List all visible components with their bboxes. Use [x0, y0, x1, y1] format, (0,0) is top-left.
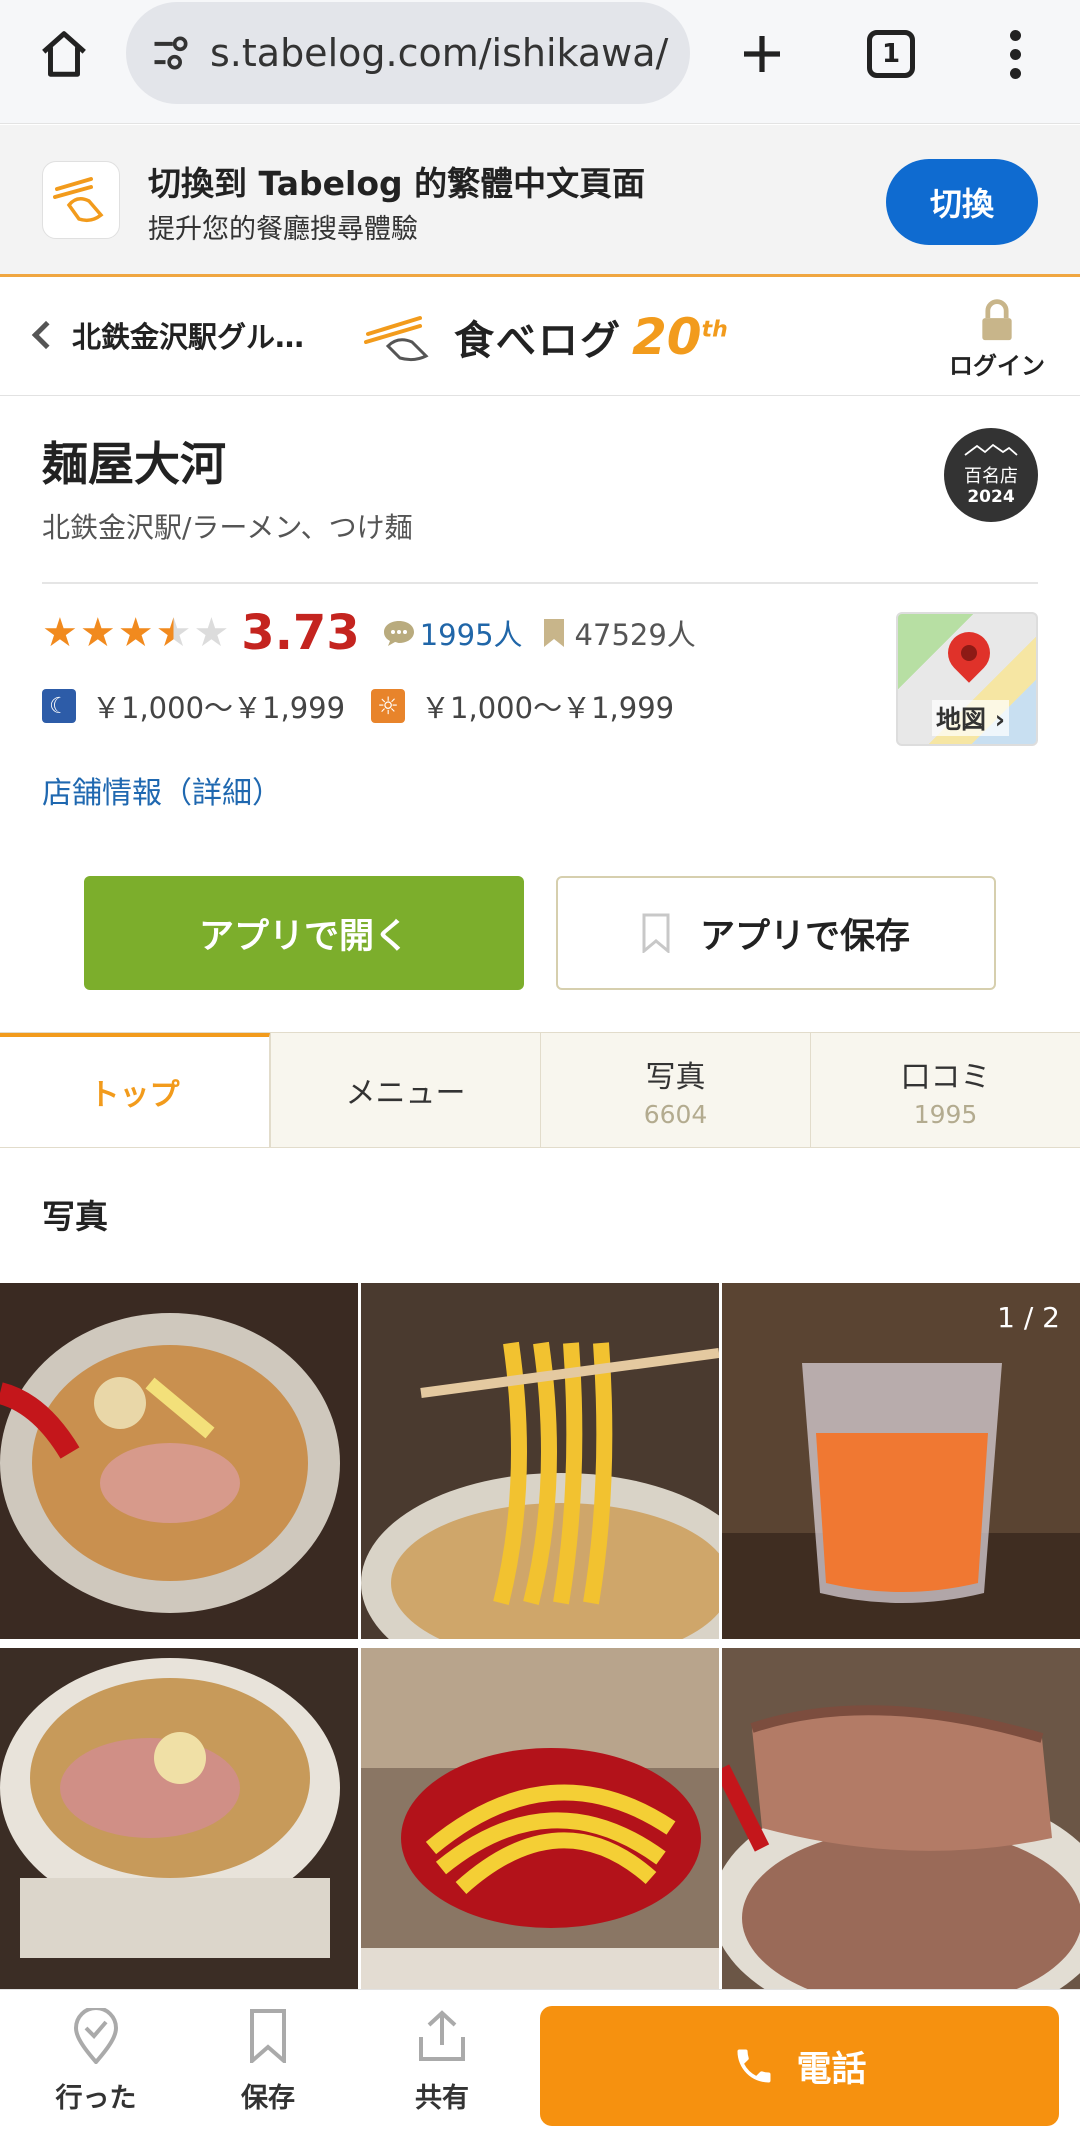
- share-button[interactable]: 共有: [382, 2004, 502, 2115]
- anniversary-mark: 20th: [632, 312, 728, 362]
- star-icon: ★: [42, 610, 78, 656]
- lock-icon: [975, 298, 1019, 342]
- bottom-action-bar: 行った 保存 共有 電話: [0, 1989, 1080, 2141]
- sun-icon: ☼: [371, 689, 406, 723]
- login-label: ログイン: [949, 352, 1045, 380]
- open-in-app-button[interactable]: アプリで開く: [84, 876, 524, 990]
- speech-bubble-icon: [383, 621, 414, 646]
- translate-subtitle: 提升您的餐廳搜尋體驗: [148, 214, 418, 245]
- photo-counter: 1 / 2: [997, 1301, 1060, 1334]
- tab-label: 写真: [645, 1059, 706, 1095]
- phone-icon: [737, 2049, 771, 2083]
- lunch-price: ￥1,000〜￥1,999: [421, 691, 675, 725]
- photo-grid: 1 / 2: [0, 1283, 1080, 1999]
- star-icon: ★: [117, 610, 154, 656]
- restaurant-genre: 北鉄金沢駅/ラーメン、つけ麺: [42, 511, 413, 544]
- rating-stars: ★ ★ ★ ★ ★: [42, 613, 229, 653]
- map-thumbnail[interactable]: 地図 ›: [896, 612, 1038, 746]
- tab-label: トップ: [89, 1078, 180, 1113]
- tab-top[interactable]: トップ: [0, 1033, 270, 1147]
- switch-language-button[interactable]: 切換: [886, 159, 1038, 245]
- new-tab-icon[interactable]: [730, 22, 794, 86]
- overflow-menu-icon[interactable]: [990, 22, 1040, 86]
- went-button[interactable]: 行った: [36, 2004, 156, 2115]
- divider: [42, 582, 1038, 584]
- tab-label: メニュー: [345, 1076, 466, 1111]
- map-pin-icon: [939, 623, 999, 683]
- restaurant-name: 麺屋大河: [42, 437, 226, 491]
- call-label: 電話: [796, 2049, 867, 2090]
- share-icon: [382, 2004, 502, 2068]
- map-label: 地図 ›: [932, 700, 1010, 736]
- star-icon: ★: [79, 610, 116, 656]
- login-button[interactable]: ログイン: [942, 298, 1052, 381]
- photo-chashu-closeup[interactable]: [722, 1643, 1080, 1999]
- chopsticks-hand-icon: [364, 316, 429, 362]
- rating-score: 3.73: [241, 605, 360, 661]
- rating-row: ★ ★ ★ ★ ★ 3.73 1995人 47529人: [42, 600, 696, 666]
- address-bar[interactable]: s.tabelog.com/ishikawa/: [126, 2, 690, 104]
- photo-ramen-chashu[interactable]: [0, 1643, 358, 1999]
- logo-text: 食べログ: [454, 318, 622, 364]
- photo-noodles-lift[interactable]: [361, 1283, 719, 1639]
- anniversary-number: 20: [632, 308, 702, 366]
- tab-switcher-button[interactable]: 1: [867, 30, 915, 78]
- back-link-label: 北鉄金沢駅グル…: [72, 320, 305, 354]
- tab-photos[interactable]: 写真 6604: [540, 1033, 810, 1147]
- bookmark-count: 47529人: [574, 618, 696, 652]
- bookmark-icon: [543, 619, 564, 647]
- hyakumeiten-badge[interactable]: 百名店 2024: [944, 428, 1038, 522]
- dinner-price: ￥1,000〜￥1,999: [92, 691, 346, 725]
- translate-title: 切換到 Tabelog 的繁體中文頁面: [148, 164, 646, 203]
- chevron-left-icon: [31, 320, 61, 350]
- anniversary-suffix: th: [701, 317, 728, 343]
- price-row: ☾ ￥1,000〜￥1,999 ☼ ￥1,000〜￥1,999: [42, 684, 674, 728]
- badge-year: 2024: [967, 486, 1015, 507]
- check-pin-icon: [36, 2004, 156, 2068]
- photos-section-title: 写真: [42, 1197, 108, 1236]
- photo-orange-drink[interactable]: 1 / 2: [722, 1283, 1080, 1639]
- save-label: 保存: [241, 2083, 295, 2114]
- tab-count: 6604: [643, 1099, 708, 1129]
- translate-banner: 切換到 Tabelog 的繁體中文頁面 提升您的餐廳搜尋體驗 切換: [0, 125, 1080, 277]
- review-count-link[interactable]: 1995人: [420, 612, 523, 654]
- tab-menu[interactable]: メニュー: [270, 1033, 540, 1147]
- moon-icon: ☾: [42, 689, 76, 723]
- photo-noodles-spoon[interactable]: [361, 1643, 719, 1999]
- went-label: 行った: [55, 2083, 137, 2114]
- browser-toolbar: s.tabelog.com/ishikawa/ 1: [0, 0, 1080, 124]
- call-button[interactable]: 電話: [540, 2006, 1059, 2126]
- save-in-app-label: アプリで保存: [699, 916, 910, 957]
- tab-bar: トップ メニュー 写真 6604 口コミ 1995: [0, 1032, 1080, 1148]
- tabelog-logo[interactable]: 食べログ 20th: [364, 308, 728, 366]
- back-link[interactable]: 北鉄金沢駅グル…: [28, 314, 304, 356]
- save-button[interactable]: 保存: [208, 2004, 328, 2115]
- badge-label: 百名店: [964, 466, 1018, 488]
- tab-count: 1: [881, 39, 901, 69]
- tab-reviews[interactable]: 口コミ 1995: [810, 1033, 1080, 1147]
- half-star-icon: ★: [155, 610, 192, 656]
- empty-star-icon: ★: [193, 610, 230, 656]
- save-in-app-button[interactable]: アプリで保存: [556, 876, 996, 990]
- tab-count: 1995: [913, 1099, 978, 1129]
- store-info-link[interactable]: 店舗情報（詳細）: [42, 768, 282, 812]
- photo-ramen-bowl[interactable]: [0, 1283, 358, 1639]
- bookmark-outline-icon: [642, 913, 670, 953]
- mountain-icon: [964, 443, 1018, 456]
- tabelog-app-icon: [42, 161, 120, 239]
- url-text[interactable]: s.tabelog.com/ishikawa/: [210, 31, 670, 75]
- home-icon[interactable]: [32, 22, 96, 86]
- site-settings-icon[interactable]: [144, 26, 198, 80]
- site-header: 北鉄金沢駅グル… 食べログ 20th ログイン: [0, 280, 1080, 396]
- share-label: 共有: [415, 2083, 469, 2114]
- bookmark-outline-icon: [208, 2004, 328, 2068]
- tab-label: 口コミ: [900, 1059, 991, 1095]
